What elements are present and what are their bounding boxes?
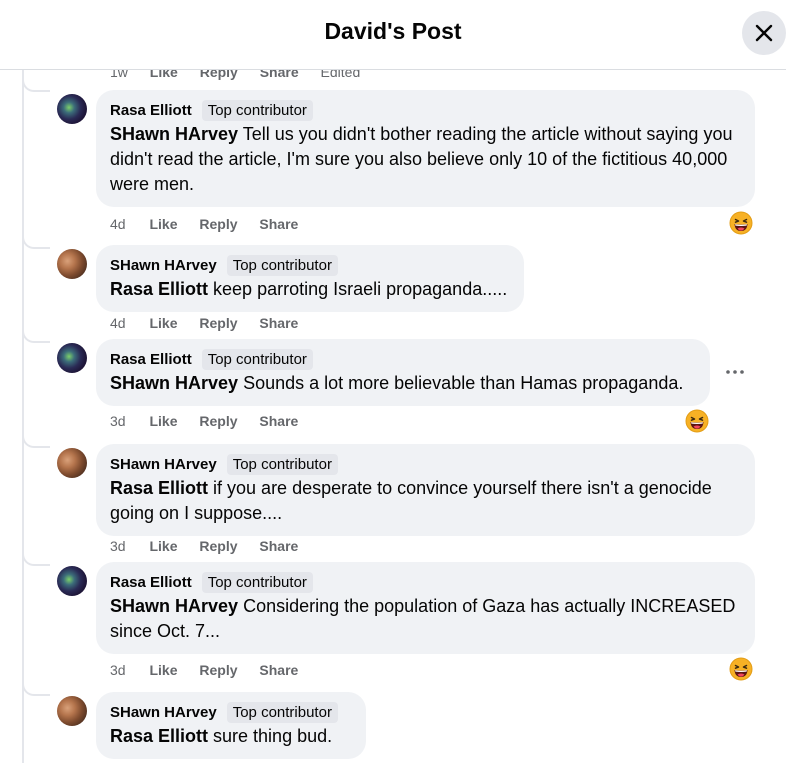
avatar[interactable]	[57, 343, 87, 373]
mention-link[interactable]: SHawn HArvey	[110, 124, 238, 144]
avatar[interactable]	[57, 249, 87, 279]
more-options-icon[interactable]	[723, 364, 747, 380]
avatar[interactable]	[57, 94, 87, 124]
laughing-emoji-icon[interactable]	[729, 657, 753, 681]
top-contributor-badge: Top contributor	[226, 254, 338, 276]
comment-text: SHawn HArvey Tell us you didn't bother r…	[110, 122, 741, 197]
comment-author[interactable]: SHawn HArvey	[110, 257, 217, 274]
thread-connector	[22, 432, 50, 448]
reply-button[interactable]: Reply	[199, 315, 237, 331]
thread-connector	[22, 327, 50, 343]
share-button[interactable]: Share	[259, 538, 298, 554]
mention-link[interactable]: Rasa Elliott	[110, 726, 208, 746]
top-contributor-badge: Top contributor	[226, 701, 338, 723]
avatar[interactable]	[57, 566, 87, 596]
thread-line	[22, 70, 24, 763]
previous-share-button[interactable]: Share	[260, 70, 299, 80]
thread-connector	[22, 233, 50, 249]
reply-button[interactable]: Reply	[199, 216, 237, 232]
edited-label: Edited	[320, 70, 361, 80]
comment-body: sure thing bud.	[208, 726, 333, 746]
comment-author[interactable]: Rasa Elliott	[110, 351, 192, 368]
comment-author[interactable]: SHawn HArvey	[110, 704, 217, 721]
share-button[interactable]: Share	[259, 216, 298, 232]
thread-connector	[22, 680, 50, 696]
comment-body: keep parroting Israeli propaganda.....	[208, 279, 508, 299]
top-contributor-badge: Top contributor	[201, 99, 313, 121]
share-button[interactable]: Share	[259, 662, 298, 678]
comment-bubble: Rasa Elliott Top contributor SHawn HArve…	[96, 339, 710, 406]
like-button[interactable]: Like	[149, 662, 177, 678]
mention-link[interactable]: SHawn HArvey	[110, 596, 238, 616]
reply-button[interactable]: Reply	[199, 413, 237, 429]
previous-reply-button[interactable]: Reply	[200, 70, 238, 80]
previous-comment-actions: 1w Like Reply Share Edited	[110, 70, 378, 80]
comment-author[interactable]: SHawn HArvey	[110, 456, 217, 473]
comment-timestamp[interactable]: 4d	[110, 216, 126, 232]
close-button[interactable]	[742, 11, 786, 55]
comment-text: SHawn HArvey Considering the population …	[110, 594, 741, 644]
comment-actions: 4d Like Reply Share	[110, 216, 316, 232]
top-contributor-badge: Top contributor	[201, 348, 313, 370]
laughing-emoji-icon[interactable]	[685, 409, 709, 433]
mention-link[interactable]: Rasa Elliott	[110, 279, 208, 299]
comment-actions: 4d Like Reply Share	[110, 315, 316, 331]
previous-like-button[interactable]: Like	[150, 70, 178, 80]
comment-timestamp[interactable]: 4d	[110, 315, 126, 331]
comment-text: SHawn HArvey Sounds a lot more believabl…	[110, 371, 696, 396]
like-button[interactable]: Like	[149, 315, 177, 331]
comment-actions: 3d Like Reply Share	[110, 538, 316, 554]
top-contributor-badge: Top contributor	[226, 453, 338, 475]
share-button[interactable]: Share	[259, 315, 298, 331]
thread-connector	[22, 76, 50, 92]
comment-bubble: Rasa Elliott Top contributor SHawn HArve…	[96, 90, 755, 207]
like-button[interactable]: Like	[149, 538, 177, 554]
thread-connector	[22, 550, 50, 566]
comment-actions: 3d Like Reply Share	[110, 662, 316, 678]
avatar[interactable]	[57, 448, 87, 478]
comment-body: Sounds a lot more believable than Hamas …	[238, 373, 684, 393]
mention-link[interactable]: Rasa Elliott	[110, 478, 208, 498]
dialog-title: David's Post	[324, 18, 462, 44]
comment-text: Rasa Elliott keep parroting Israeli prop…	[110, 277, 510, 302]
comment-timestamp[interactable]: 3d	[110, 413, 126, 429]
comment-bubble: SHawn HArvey Top contributor Rasa Elliot…	[96, 245, 524, 312]
share-button[interactable]: Share	[259, 413, 298, 429]
comment-bubble: SHawn HArvey Top contributor Rasa Elliot…	[96, 444, 755, 536]
comment-text: Rasa Elliott if you are desperate to con…	[110, 476, 741, 526]
comment-actions: 3d Like Reply Share	[110, 413, 316, 429]
comment-bubble: SHawn HArvey Top contributor Rasa Elliot…	[96, 692, 366, 759]
laughing-emoji-icon[interactable]	[729, 211, 753, 235]
previous-timestamp: 1w	[110, 70, 128, 80]
mention-link[interactable]: SHawn HArvey	[110, 373, 238, 393]
close-icon	[755, 24, 773, 42]
like-button[interactable]: Like	[149, 413, 177, 429]
comment-timestamp[interactable]: 3d	[110, 662, 126, 678]
comments-thread[interactable]: 1w Like Reply Share Edited Rasa Elliott …	[0, 70, 786, 763]
comment-author[interactable]: Rasa Elliott	[110, 102, 192, 119]
comment-text: Rasa Elliott sure thing bud.	[110, 724, 352, 749]
comment-bubble: Rasa Elliott Top contributor SHawn HArve…	[96, 562, 755, 654]
comment-timestamp[interactable]: 3d	[110, 538, 126, 554]
reply-button[interactable]: Reply	[199, 538, 237, 554]
reply-button[interactable]: Reply	[199, 662, 237, 678]
top-contributor-badge: Top contributor	[201, 571, 313, 593]
avatar[interactable]	[57, 696, 87, 726]
comment-author[interactable]: Rasa Elliott	[110, 574, 192, 591]
like-button[interactable]: Like	[149, 216, 177, 232]
post-dialog-header: David's Post	[0, 0, 786, 70]
